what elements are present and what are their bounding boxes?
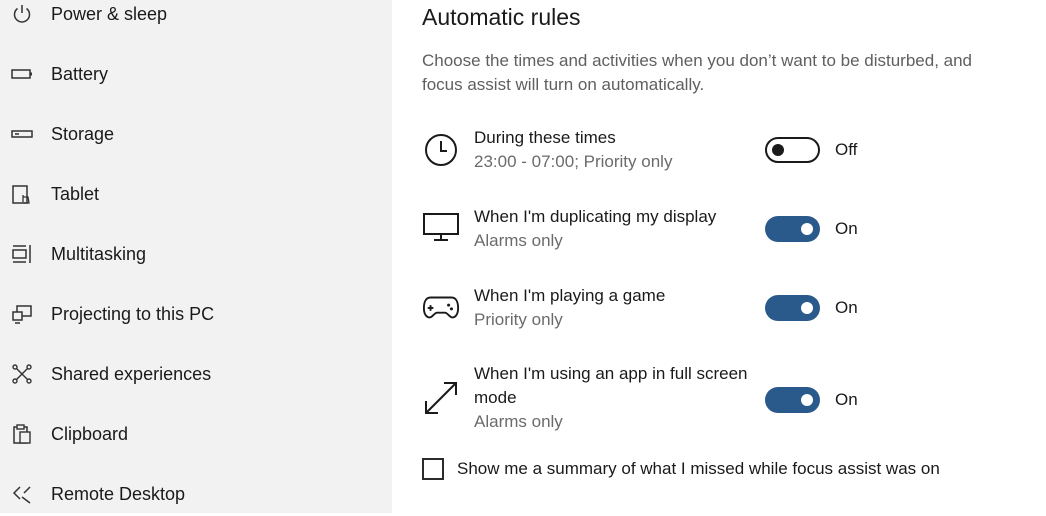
sidebar-item-clipboard[interactable]: Clipboard — [0, 412, 392, 456]
fullscreen-icon — [422, 379, 460, 417]
focus-assist-content: Automatic rules Choose the times and act… — [392, 0, 1046, 513]
clipboard-icon — [10, 422, 34, 446]
sidebar-item-label: Storage — [51, 123, 115, 144]
toggle-state-label: On — [835, 390, 858, 409]
sidebar-item-label: Battery — [51, 63, 109, 84]
sidebar-item-label: Power & sleep — [51, 3, 168, 24]
storage-icon — [10, 122, 34, 146]
sidebar-item-label: Shared experiences — [51, 363, 212, 384]
rule-subtitle[interactable]: Priority only — [474, 308, 774, 332]
power-icon — [10, 2, 34, 26]
sidebar-item-power-sleep[interactable]: Power & sleep — [0, 0, 392, 36]
projecting-icon — [10, 302, 34, 326]
duplicating-display-toggle[interactable] — [765, 216, 820, 242]
sidebar-item-projecting[interactable]: Projecting to this PC — [0, 292, 392, 336]
rule-title: When I'm playing a game — [474, 286, 666, 305]
during-times-toggle[interactable] — [765, 137, 820, 163]
full-screen-app-toggle[interactable] — [765, 387, 820, 413]
clock-icon — [422, 131, 460, 169]
shared-experiences-icon — [10, 362, 34, 386]
sidebar-item-shared-experiences[interactable]: Shared experiences — [0, 352, 392, 396]
remote-desktop-icon — [10, 482, 34, 506]
battery-icon — [10, 62, 34, 86]
sidebar-item-label: Projecting to this PC — [51, 303, 215, 324]
monitor-icon — [422, 207, 460, 245]
gamepad-icon — [422, 288, 460, 326]
rule-title: When I'm duplicating my display — [474, 207, 717, 226]
playing-game-toggle[interactable] — [765, 295, 820, 321]
sidebar-item-storage[interactable]: Storage — [0, 112, 392, 156]
summary-checkbox-row[interactable]: Show me a summary of what I missed while… — [422, 456, 940, 482]
sidebar-item-label: Multitasking — [51, 243, 147, 264]
rule-subtitle[interactable]: Alarms only — [474, 229, 774, 253]
toggle-knob — [801, 394, 813, 406]
sidebar-item-label: Clipboard — [51, 423, 129, 444]
sidebar-item-label: Remote Desktop — [51, 483, 186, 504]
sidebar-item-battery[interactable]: Battery — [0, 52, 392, 96]
section-description: Choose the times and activities when you… — [422, 51, 973, 94]
sidebar-item-tablet[interactable]: Tablet — [0, 172, 392, 216]
section-title: Automatic rules — [422, 4, 581, 30]
toggle-state-label: Off — [835, 140, 858, 159]
toggle-state-label: On — [835, 298, 858, 317]
rule-subtitle[interactable]: 23:00 - 07:00; Priority only — [474, 150, 774, 174]
toggle-knob — [801, 223, 813, 235]
summary-checkbox[interactable] — [422, 458, 444, 480]
rule-subtitle[interactable]: Alarms only — [474, 410, 774, 434]
sidebar-item-remote-desktop[interactable]: Remote Desktop — [0, 472, 392, 516]
toggle-knob — [801, 302, 813, 314]
tablet-icon — [10, 182, 34, 206]
multitasking-icon — [10, 242, 34, 266]
rule-title: During these times — [474, 128, 616, 147]
rule-title: When I'm using an app in full screen mod… — [474, 364, 748, 407]
summary-checkbox-label: Show me a summary of what I missed while… — [457, 459, 940, 478]
sidebar-item-multitasking[interactable]: Multitasking — [0, 232, 392, 276]
settings-sidebar: Power & sleep Battery Storage Tablet Mul… — [0, 0, 392, 513]
toggle-knob — [772, 144, 784, 156]
sidebar-item-label: Tablet — [51, 183, 100, 204]
toggle-state-label: On — [835, 219, 858, 238]
